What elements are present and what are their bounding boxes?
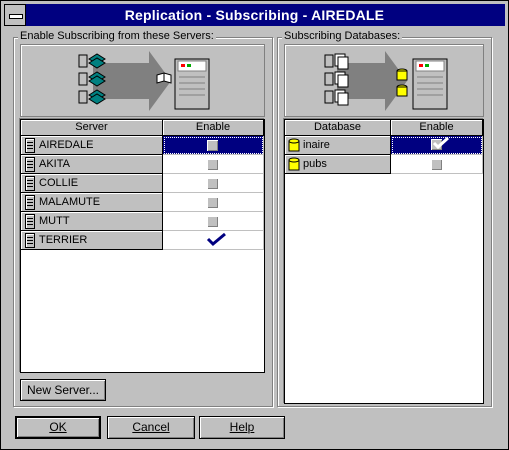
server-name: MUTT bbox=[39, 215, 70, 227]
server-name: MALAMUTE bbox=[39, 196, 101, 208]
checkmark-icon[interactable] bbox=[205, 231, 227, 247]
server-icon bbox=[25, 214, 35, 229]
server-name-cell[interactable]: MUTT bbox=[21, 212, 163, 231]
table-row[interactable]: pubs bbox=[285, 155, 483, 174]
enable-checkbox[interactable] bbox=[207, 159, 218, 170]
help-button-label: Help bbox=[229, 420, 255, 434]
server-icon bbox=[25, 176, 35, 191]
server-icon bbox=[25, 195, 35, 210]
database-name-cell[interactable]: pubs bbox=[285, 155, 391, 174]
enable-checkbox[interactable] bbox=[430, 159, 442, 170]
column-header-enable[interactable]: Enable bbox=[163, 120, 264, 136]
enable-cell[interactable] bbox=[163, 193, 264, 212]
checkmark-icon bbox=[432, 136, 449, 150]
server-name: COLLIE bbox=[39, 177, 79, 189]
servers-group-label: Enable Subscribing from these Servers: bbox=[18, 30, 216, 42]
column-header-server[interactable]: Server bbox=[21, 120, 163, 136]
cancel-button-label: Cancel bbox=[132, 420, 170, 434]
database-name: inaire bbox=[303, 139, 330, 151]
help-button[interactable]: Help bbox=[199, 416, 285, 439]
table-row[interactable]: MUTT bbox=[21, 212, 264, 231]
databases-group-label: Subscribing Databases: bbox=[282, 30, 403, 42]
enable-checkbox[interactable] bbox=[207, 178, 218, 189]
database-icon bbox=[288, 138, 300, 152]
replication-subscribing-window: Replication - Subscribing - AIREDALE Ena… bbox=[0, 0, 509, 450]
enable-cell[interactable] bbox=[163, 231, 264, 250]
window-title: Replication - Subscribing - AIREDALE bbox=[124, 7, 385, 23]
databases-grid-body: inaire pubs bbox=[285, 136, 483, 174]
servers-illustration bbox=[20, 44, 265, 117]
server-icon bbox=[25, 157, 35, 172]
column-header-database[interactable]: Database bbox=[285, 120, 391, 136]
server-icon bbox=[25, 233, 35, 248]
column-header-enable[interactable]: Enable bbox=[391, 120, 483, 136]
enable-cell[interactable] bbox=[391, 155, 483, 174]
enable-cell[interactable] bbox=[163, 136, 264, 155]
subscribing-databases-icon bbox=[324, 51, 448, 111]
enable-cell[interactable] bbox=[163, 212, 264, 231]
server-name: TERRIER bbox=[39, 234, 88, 246]
enable-cell[interactable] bbox=[163, 174, 264, 193]
enable-cell[interactable] bbox=[391, 136, 483, 155]
ok-button[interactable]: OK bbox=[15, 416, 101, 439]
databases-grid[interactable]: Database Enable inaire pubs bbox=[284, 119, 484, 404]
server-name-cell[interactable]: COLLIE bbox=[21, 174, 163, 193]
databases-grid-header: Database Enable bbox=[285, 120, 483, 136]
enable-checkbox[interactable] bbox=[207, 216, 218, 227]
enable-checkbox[interactable] bbox=[207, 197, 218, 208]
databases-group: Subscribing Databases: Database Enable i… bbox=[277, 30, 492, 407]
database-icon bbox=[288, 157, 300, 171]
servers-grid-body: AIREDALE AKITA COLLIE MALAMUTE MUTT TERR… bbox=[21, 136, 264, 250]
server-name-cell[interactable]: TERRIER bbox=[21, 231, 163, 250]
enable-cell[interactable] bbox=[163, 155, 264, 174]
server-name-cell[interactable]: AIREDALE bbox=[21, 136, 163, 155]
server-name-cell[interactable]: MALAMUTE bbox=[21, 193, 163, 212]
table-row[interactable]: inaire bbox=[285, 136, 483, 155]
servers-grid[interactable]: Server Enable AIREDALE AKITA COLLIE MALA… bbox=[20, 119, 265, 373]
servers-group: Enable Subscribing from these Servers: S… bbox=[13, 30, 273, 407]
table-row[interactable]: MALAMUTE bbox=[21, 193, 264, 212]
ok-button-label: OK bbox=[49, 420, 67, 434]
new-server-button[interactable]: New Server... bbox=[20, 379, 106, 401]
server-name: AIREDALE bbox=[39, 139, 94, 151]
database-name: pubs bbox=[303, 158, 327, 170]
databases-illustration bbox=[284, 44, 484, 117]
cancel-button[interactable]: Cancel bbox=[107, 416, 195, 439]
table-row[interactable]: TERRIER bbox=[21, 231, 264, 250]
table-row[interactable]: COLLIE bbox=[21, 174, 264, 193]
database-name-cell[interactable]: inaire bbox=[285, 136, 391, 155]
server-icon bbox=[25, 138, 35, 153]
title-bar[interactable]: Replication - Subscribing - AIREDALE bbox=[4, 4, 505, 26]
table-row[interactable]: AKITA bbox=[21, 155, 264, 174]
server-name: AKITA bbox=[39, 158, 70, 170]
enable-checkbox[interactable] bbox=[207, 140, 218, 151]
table-row[interactable]: AIREDALE bbox=[21, 136, 264, 155]
subscribing-servers-icon bbox=[78, 51, 210, 111]
servers-grid-header: Server Enable bbox=[21, 120, 264, 136]
server-name-cell[interactable]: AKITA bbox=[21, 155, 163, 174]
